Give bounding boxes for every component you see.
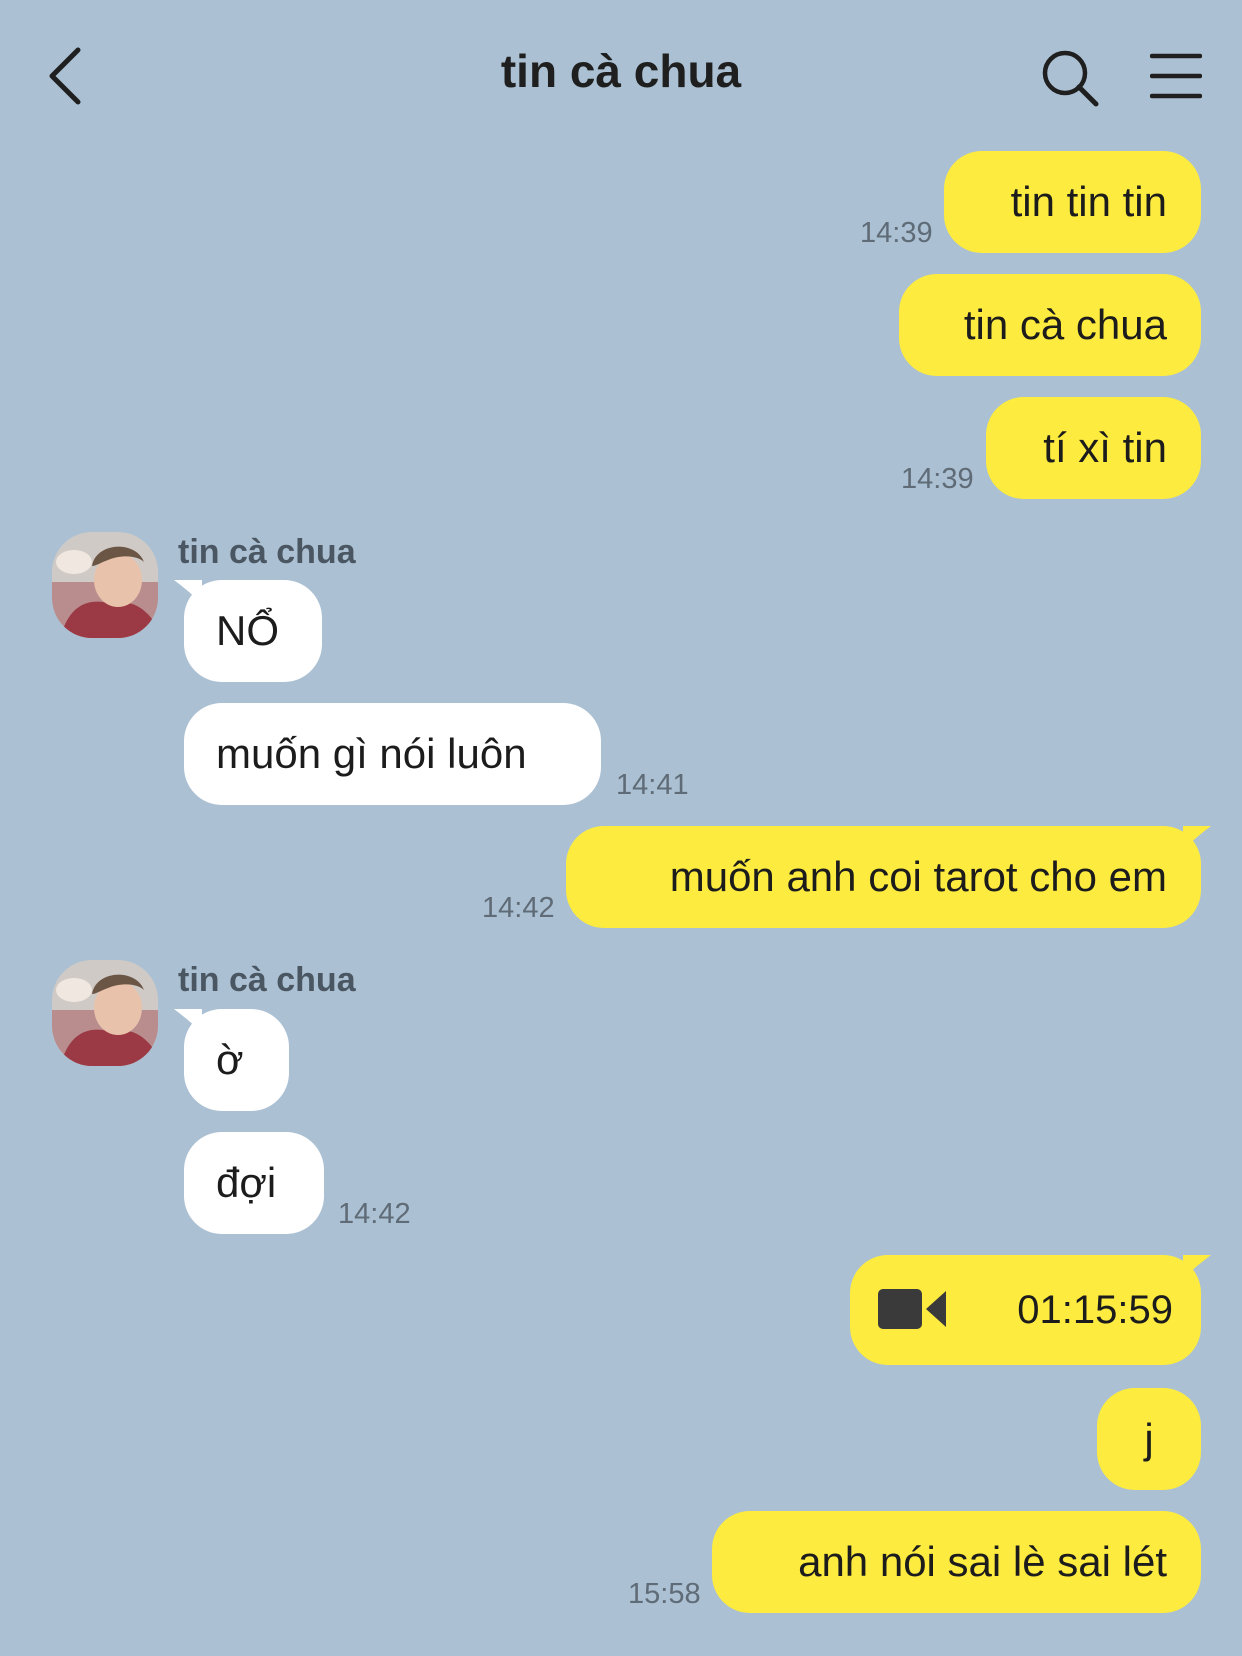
message-time: 14:42: [482, 892, 555, 924]
message-bubble-received[interactable]: đợi: [184, 1132, 324, 1234]
message-time: 14:42: [338, 1198, 411, 1230]
message-text: NỔ: [216, 607, 279, 654]
message-time: 14:39: [901, 463, 974, 495]
message-time: 14:39: [860, 217, 933, 249]
menu-icon[interactable]: [1150, 50, 1202, 102]
search-icon[interactable]: [1040, 48, 1100, 108]
message-text: đợi: [216, 1159, 277, 1206]
message-bubble-received[interactable]: ờ: [174, 1009, 289, 1111]
chat-header: tin cà chua: [0, 0, 1242, 150]
message-text: tin cà chua: [963, 301, 1167, 348]
avatar[interactable]: [52, 532, 158, 638]
message-bubble-received[interactable]: muốn gì nói luôn: [184, 703, 601, 805]
message-bubble-sent[interactable]: tin cà chua: [899, 274, 1201, 376]
message-text: ờ: [216, 1036, 244, 1083]
call-duration: 01:15:59: [1017, 1288, 1173, 1332]
avatar-photo: [52, 532, 158, 638]
avatar-photo: [52, 960, 158, 1066]
video-camera-icon: [878, 1289, 946, 1329]
message-text: tin tin tin: [1010, 178, 1167, 225]
message-bubble-sent[interactable]: muốn anh coi tarot cho em: [566, 826, 1211, 928]
bubble-tail: [1183, 826, 1211, 850]
message-text: tí xì tin: [1043, 424, 1167, 471]
message-text: muốn anh coi tarot cho em: [669, 853, 1167, 900]
message-bubble-sent[interactable]: anh nói sai lè sai lét: [712, 1511, 1201, 1613]
message-text: muốn gì nói luôn: [216, 730, 527, 777]
message-bubble-sent[interactable]: j: [1097, 1388, 1201, 1490]
message-time: 15:58: [628, 1578, 701, 1610]
message-text: anh nói sai lè sai lét: [798, 1538, 1167, 1585]
bubble-tail: [1183, 1255, 1211, 1279]
video-call-bubble[interactable]: 01:15:59: [850, 1255, 1211, 1365]
message-bubble-sent[interactable]: tí xì tin: [986, 397, 1201, 499]
avatar[interactable]: [52, 960, 158, 1066]
message-text: j: [1144, 1415, 1154, 1462]
sender-name: tin cà chua: [178, 961, 356, 999]
sender-name: tin cà chua: [178, 533, 356, 571]
bubble-tail: [174, 580, 202, 604]
message-bubble-received[interactable]: NỔ: [174, 580, 322, 682]
bubble-tail: [174, 1009, 202, 1033]
message-time: 14:41: [616, 769, 689, 801]
message-bubble-sent[interactable]: tin tin tin: [944, 151, 1201, 253]
